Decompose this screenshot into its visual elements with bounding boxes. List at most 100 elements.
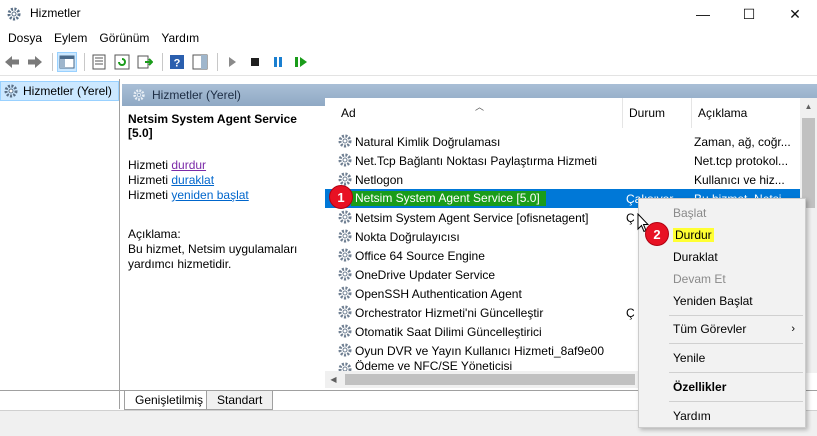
services-gear-icon [4, 84, 18, 98]
service-gear-icon [338, 305, 352, 319]
show-hide-console-tree-icon[interactable] [57, 52, 77, 72]
action-restart-line: Hizmeti yeniden başlat [128, 188, 319, 203]
description-label: Açıklama: [128, 227, 181, 241]
svg-text:?: ? [174, 58, 181, 70]
restart-service-icon[interactable] [291, 52, 311, 72]
service-gear-icon [338, 248, 352, 262]
menu-item-restart[interactable]: Yeniden Başlat [639, 290, 805, 312]
scroll-up-icon[interactable]: ▲ [800, 98, 817, 115]
service-gear-icon [338, 153, 352, 167]
table-row[interactable]: Netlogon Kullanıcı ve hiz... [325, 170, 800, 189]
table-row[interactable]: Net.Tcp Bağlantı Noktası Paylaştırma Hiz… [325, 151, 800, 170]
maximize-button[interactable]: ☐ [726, 0, 772, 28]
service-status: Ç [626, 305, 635, 320]
service-name: OpenSSH Authentication Agent [355, 286, 522, 301]
pause-service-link[interactable]: duraklat [171, 173, 214, 187]
service-name: Oyun DVR ve Yayın Kullanıcı Hizmeti_8af9… [355, 343, 605, 358]
service-gear-icon [338, 267, 352, 281]
service-gear-icon [338, 286, 352, 300]
step-badge-1: 1 [329, 185, 353, 209]
vertical-scroll-thumb[interactable] [802, 118, 815, 208]
menu-help[interactable]: Yardım [157, 31, 207, 45]
service-gear-icon [338, 134, 352, 148]
close-button[interactable]: ✕ [772, 0, 817, 28]
stop-service-link[interactable]: durdur [171, 158, 206, 172]
tab-extended[interactable]: Genişletilmiş [124, 391, 215, 410]
toolbar-separator [52, 53, 53, 71]
service-name: Net.Tcp Bağlantı Noktası Paylaştırma Hiz… [355, 153, 598, 168]
menu-view[interactable]: Görünüm [95, 31, 157, 45]
description-text-line-1: Bu hizmet, Netsim uygulamaları [128, 242, 298, 256]
service-gear-icon [338, 210, 352, 224]
properties-icon[interactable] [89, 52, 109, 72]
service-description: Zaman, ağ, coğr... [694, 134, 791, 149]
menu-action[interactable]: Eylem [50, 31, 95, 45]
menu-item-properties[interactable]: Özellikler [639, 376, 805, 398]
menu-item-all-tasks-label: Tüm Görevler [673, 322, 747, 336]
menu-separator [669, 343, 803, 344]
stop-service-icon[interactable] [245, 52, 265, 72]
table-row[interactable]: Natural Kimlik Doğrulaması Zaman, ağ, co… [325, 132, 800, 151]
step-badge-2: 2 [645, 222, 669, 246]
submenu-arrow-icon: › [791, 323, 795, 335]
action-stop-line: Hizmeti durdur [128, 158, 319, 173]
menu-bar: Dosya Eylem Görünüm Yardım [0, 28, 817, 48]
pause-service-icon[interactable] [268, 52, 288, 72]
menu-item-stop-label: Durdur [673, 228, 714, 242]
service-gear-icon [338, 343, 352, 357]
service-name: Netsim System Agent Service [5.0] [351, 191, 546, 206]
column-header-name[interactable]: Ad [325, 98, 617, 128]
service-status: Ç [626, 210, 635, 225]
service-gear-icon [338, 229, 352, 243]
menu-item-pause[interactable]: Duraklat [639, 246, 805, 268]
menu-item-resume[interactable]: Devam Et [639, 268, 805, 290]
help-icon[interactable]: ? [167, 52, 187, 72]
action-prefix: Hizmeti [128, 188, 169, 202]
menu-item-help[interactable]: Yardım [639, 405, 805, 427]
menu-item-all-tasks[interactable]: Tüm Görevler › [639, 318, 805, 340]
refresh-icon[interactable] [112, 52, 132, 72]
service-name: Office 64 Source Engine [355, 248, 485, 263]
toolbar: ? [0, 49, 817, 76]
scroll-left-icon[interactable]: ◀ [325, 371, 342, 388]
back-icon[interactable] [2, 52, 22, 72]
column-header-status[interactable]: Durum [622, 98, 690, 128]
menu-separator [669, 372, 803, 373]
column-header-description[interactable]: Açıklama [691, 98, 800, 128]
export-list-icon[interactable] [135, 52, 155, 72]
services-gear-icon [7, 7, 21, 21]
toolbar-separator [217, 53, 218, 71]
menu-item-refresh[interactable]: Yenile [639, 347, 805, 369]
service-name: Otomatik Saat Dilimi Güncelleştirici [355, 324, 542, 339]
menu-separator [669, 401, 803, 402]
title-bar: Hizmetler — ☐ ✕ [0, 0, 817, 28]
service-description-panel: Netsim System Agent Service [5.0] Hizmet… [122, 106, 325, 386]
pane-header-title: Hizmetler (Yerel) [152, 88, 241, 102]
action-pause-line: Hizmeti duraklat [128, 173, 319, 188]
service-gear-icon [338, 324, 352, 338]
minimize-button[interactable]: — [680, 0, 726, 28]
horizontal-scroll-thumb[interactable] [345, 374, 635, 385]
service-name: Netlogon [355, 172, 404, 187]
service-name: Netsim System Agent Service [ofisnetagen… [355, 210, 589, 225]
tree-item-services-local[interactable]: Hizmetler (Yerel) [0, 81, 119, 101]
console-tree: Hizmetler (Yerel) [0, 79, 120, 409]
selected-service-title: Netsim System Agent Service [5.0] [128, 112, 297, 140]
service-description: Net.tcp protokol... [694, 153, 789, 168]
tab-standard[interactable]: Standart [206, 391, 274, 410]
tree-item-label: Hizmetler (Yerel) [23, 84, 112, 98]
restart-service-link[interactable]: yeniden başlat [171, 188, 248, 202]
menu-separator [669, 315, 803, 316]
services-gear-icon [133, 89, 145, 101]
action-prefix: Hizmeti [128, 158, 169, 172]
forward-icon[interactable] [25, 52, 45, 72]
menu-file[interactable]: Dosya [4, 31, 50, 45]
action-prefix: Hizmeti [128, 173, 169, 187]
service-name: Nokta Doğrulayıcısı [355, 229, 460, 244]
start-service-icon[interactable] [222, 52, 242, 72]
show-action-pane-icon[interactable] [190, 52, 210, 72]
service-name: OneDrive Updater Service [355, 267, 496, 282]
service-description: Kullanıcı ve hiz... [694, 172, 785, 187]
menu-item-start[interactable]: Başlat [639, 202, 805, 224]
description-text-line-2: yardımcı hizmetidir. [128, 257, 232, 271]
